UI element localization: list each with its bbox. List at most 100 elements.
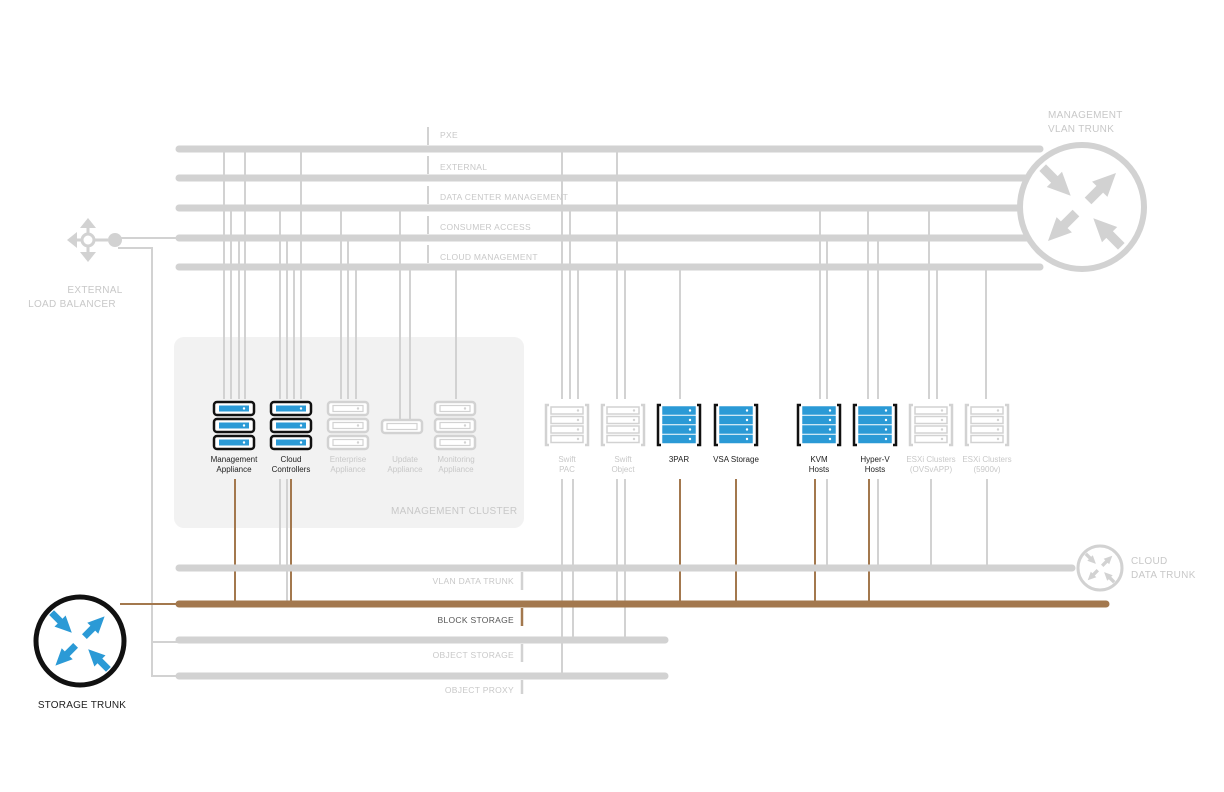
rack-led <box>745 428 749 431</box>
bracket <box>600 403 605 447</box>
swiftobj-label-1: Swift <box>614 455 632 464</box>
appliance-led <box>356 407 360 410</box>
rack-led <box>576 428 580 431</box>
bracket <box>656 403 661 447</box>
cloud-server-icon <box>269 400 313 451</box>
esx5900-label-1: ESXi Clusters <box>962 455 1011 464</box>
management-router-label-1: MANAGEMENT <box>1048 110 1123 121</box>
load-balancer-label-2: LOAD BALANCER <box>28 299 116 310</box>
mgmt-label-2: Appliance <box>216 465 252 474</box>
rack-led <box>828 409 832 412</box>
rack-led <box>940 428 944 431</box>
rack-led <box>828 437 832 441</box>
rack-led <box>940 437 944 441</box>
rack-led <box>996 409 1000 412</box>
rack-led <box>996 437 1000 441</box>
appliance-led <box>299 407 303 410</box>
vsa-server-icon <box>713 403 759 447</box>
bracket <box>544 403 549 447</box>
bracket <box>796 403 801 447</box>
esxovs-label-2: (OVSvAPP) <box>910 465 953 474</box>
rack-led <box>632 409 636 412</box>
appliance-led <box>356 424 360 427</box>
bracket <box>697 403 702 447</box>
kvm-label-1: KVM <box>810 455 828 464</box>
appliance-led <box>242 407 246 410</box>
rack-led <box>745 409 749 412</box>
swiftpac-label-1: Swift <box>558 455 576 464</box>
esx5900-label-2: (5900v) <box>973 465 1000 474</box>
cloud-router-label-1: CLOUD <box>1131 556 1168 567</box>
esx5900-server-icon <box>964 403 1010 447</box>
appliance-led <box>463 441 467 444</box>
server-nodes <box>212 400 1010 451</box>
cloud-label-1: Cloud <box>281 455 302 464</box>
rack-led <box>828 418 832 422</box>
hyperv-label-1: Hyper-V <box>860 455 890 464</box>
mgmt-label-1: Management <box>211 455 258 464</box>
vlan-data-trunk-label: VLAN DATA TRUNK <box>433 576 515 586</box>
storage-trunk-label: STORAGE TRUNK <box>38 700 126 711</box>
swiftobj-label-2: Object <box>611 465 635 474</box>
kvm-server-icon <box>796 403 842 447</box>
appliance-led <box>299 441 303 444</box>
appliance-led <box>299 424 303 427</box>
bracket <box>1005 403 1010 447</box>
management-cluster-label: MANAGEMENT CLUSTER <box>391 506 517 517</box>
update-label-1: Update <box>392 455 418 464</box>
rack-led <box>745 437 749 441</box>
management-router-icon <box>1017 142 1147 272</box>
management-router-label-2: VLAN TRUNK <box>1048 124 1114 135</box>
vsa-label: VSA Storage <box>713 455 759 464</box>
monitoring-server-icon <box>433 400 477 451</box>
bottom-trunks <box>175 564 1110 680</box>
cloud-management-label: CLOUD MANAGEMENT <box>440 252 538 262</box>
bracket <box>893 403 898 447</box>
block-storage-label: BLOCK STORAGE <box>438 615 515 625</box>
storage-router-icon <box>33 594 127 688</box>
rack-led <box>884 428 888 431</box>
bracket <box>837 403 842 447</box>
object-proxy-label: OBJECT PROXY <box>445 685 514 695</box>
rack-led <box>940 418 944 422</box>
rack-led <box>996 428 1000 431</box>
appliance-led <box>463 424 467 427</box>
mgmt-server-icon <box>212 400 256 451</box>
object-storage-label: OBJECT STORAGE <box>433 650 514 660</box>
rack-led <box>688 409 692 412</box>
enterprise-label-1: Enterprise <box>330 455 367 464</box>
3par-label: 3PAR <box>669 455 690 464</box>
dcm-label: DATA CENTER MANAGEMENT <box>440 192 568 202</box>
hyperv-server-icon <box>852 403 898 447</box>
consumer-access-label: CONSUMER ACCESS <box>440 222 531 232</box>
update-label-2: Appliance <box>387 465 423 474</box>
esxovs-label-1: ESXi Clusters <box>906 455 955 464</box>
enterprise-label-2: Appliance <box>330 465 366 474</box>
swiftobj-server-icon <box>600 403 646 447</box>
top-trunks <box>175 145 1044 271</box>
bracket <box>852 403 857 447</box>
monitoring-label-1: Monitoring <box>437 455 474 464</box>
external-network-label: EXTERNAL <box>440 162 487 172</box>
appliance-led <box>242 441 246 444</box>
load-balancer-wires <box>118 237 179 677</box>
update-server-icon <box>380 418 424 435</box>
load-balancer-label-1: EXTERNAL <box>67 285 122 296</box>
bracket <box>585 403 590 447</box>
enterprise-server-icon <box>326 400 370 451</box>
node-labels: Management Appliance Cloud Controllers E… <box>211 455 1012 474</box>
rack-led <box>632 437 636 441</box>
esxovs-server-icon <box>908 403 954 447</box>
rack-led <box>745 418 749 422</box>
swiftpac-server-icon <box>544 403 590 447</box>
bracket <box>908 403 913 447</box>
rack-led <box>632 428 636 431</box>
rack-led <box>576 418 580 422</box>
load-balancer-icon <box>67 218 122 262</box>
bracket <box>964 403 969 447</box>
rack-led <box>688 437 692 441</box>
rack-led <box>884 437 888 441</box>
swiftpac-label-2: PAC <box>559 465 575 474</box>
appliance-led <box>463 407 467 410</box>
rack-led <box>884 418 888 422</box>
